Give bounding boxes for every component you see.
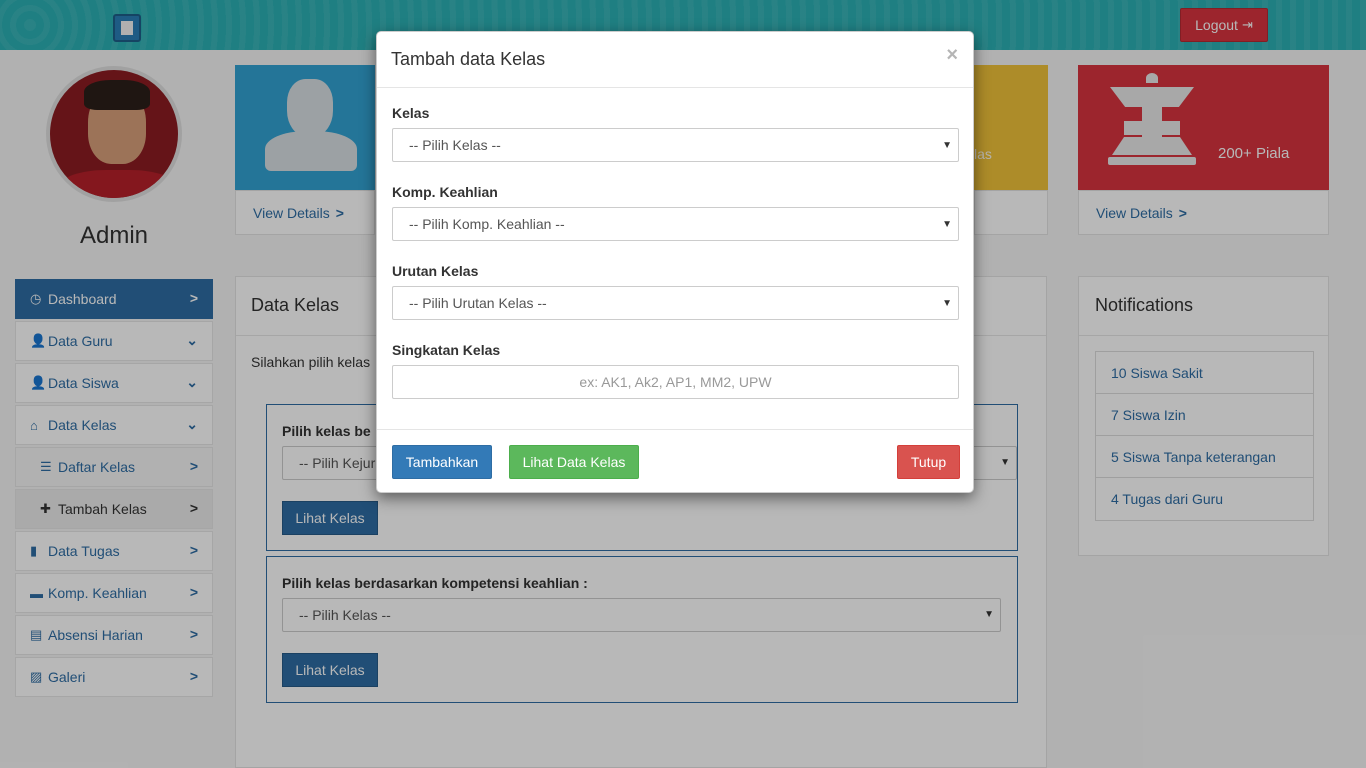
caret-down-icon: ▼ [942,298,952,309]
caret-down-icon: ▼ [942,140,952,151]
singkatan-kelas-input[interactable] [392,365,959,399]
modal-title: Tambah data Kelas [391,49,546,69]
singkatan-kelas-label: Singkatan Kelas [392,342,501,358]
tambahkan-button[interactable]: Tambahkan [392,445,492,479]
kelas-select[interactable]: -- Pilih Kelas -- ▼ [392,128,959,162]
caret-down-icon: ▼ [942,219,952,230]
urutan-kelas-label: Urutan Kelas [392,263,479,279]
tutup-button[interactable]: Tutup [897,445,960,479]
urutan-kelas-select[interactable]: -- Pilih Urutan Kelas -- ▼ [392,286,959,320]
close-icon[interactable]: × [946,45,958,65]
komp-keahlian-label: Komp. Keahlian [392,184,498,200]
komp-keahlian-select[interactable]: -- Pilih Komp. Keahlian -- ▼ [392,207,959,241]
kelas-label: Kelas [392,105,430,121]
lihat-data-kelas-button[interactable]: Lihat Data Kelas [509,445,639,479]
tambah-kelas-modal: Tambah data Kelas × Kelas -- Pilih Kelas… [376,31,974,493]
